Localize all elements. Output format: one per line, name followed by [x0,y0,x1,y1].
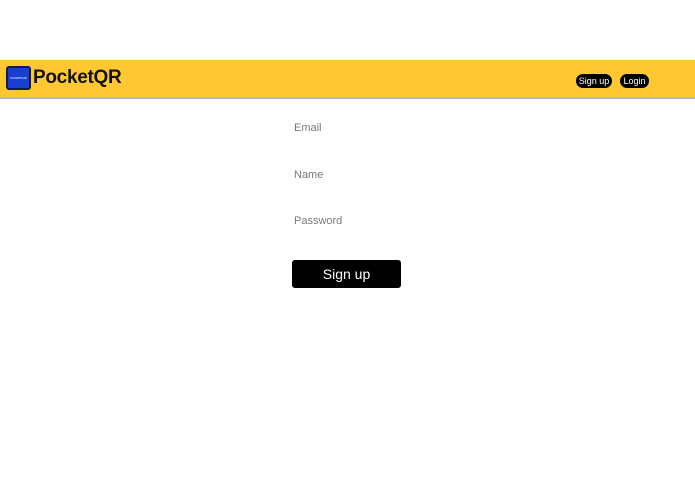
nav-login-button[interactable]: Login [620,74,649,88]
name-field[interactable] [294,166,434,184]
signup-submit-button[interactable]: Sign up [292,260,401,288]
logo-text: POCKETQR [10,75,27,80]
password-field[interactable] [294,212,434,230]
top-navbar: POCKETQR PocketQR Sign up Login [0,60,695,99]
brand-name: PocketQR [33,67,122,88]
email-field[interactable] [294,119,434,137]
app-logo-icon: POCKETQR [6,66,31,90]
signup-page: POCKETQR PocketQR Sign up Login Sign up [0,0,695,494]
nav-signup-button[interactable]: Sign up [576,74,612,88]
brand-logo-link[interactable]: POCKETQR PocketQR [6,66,122,90]
